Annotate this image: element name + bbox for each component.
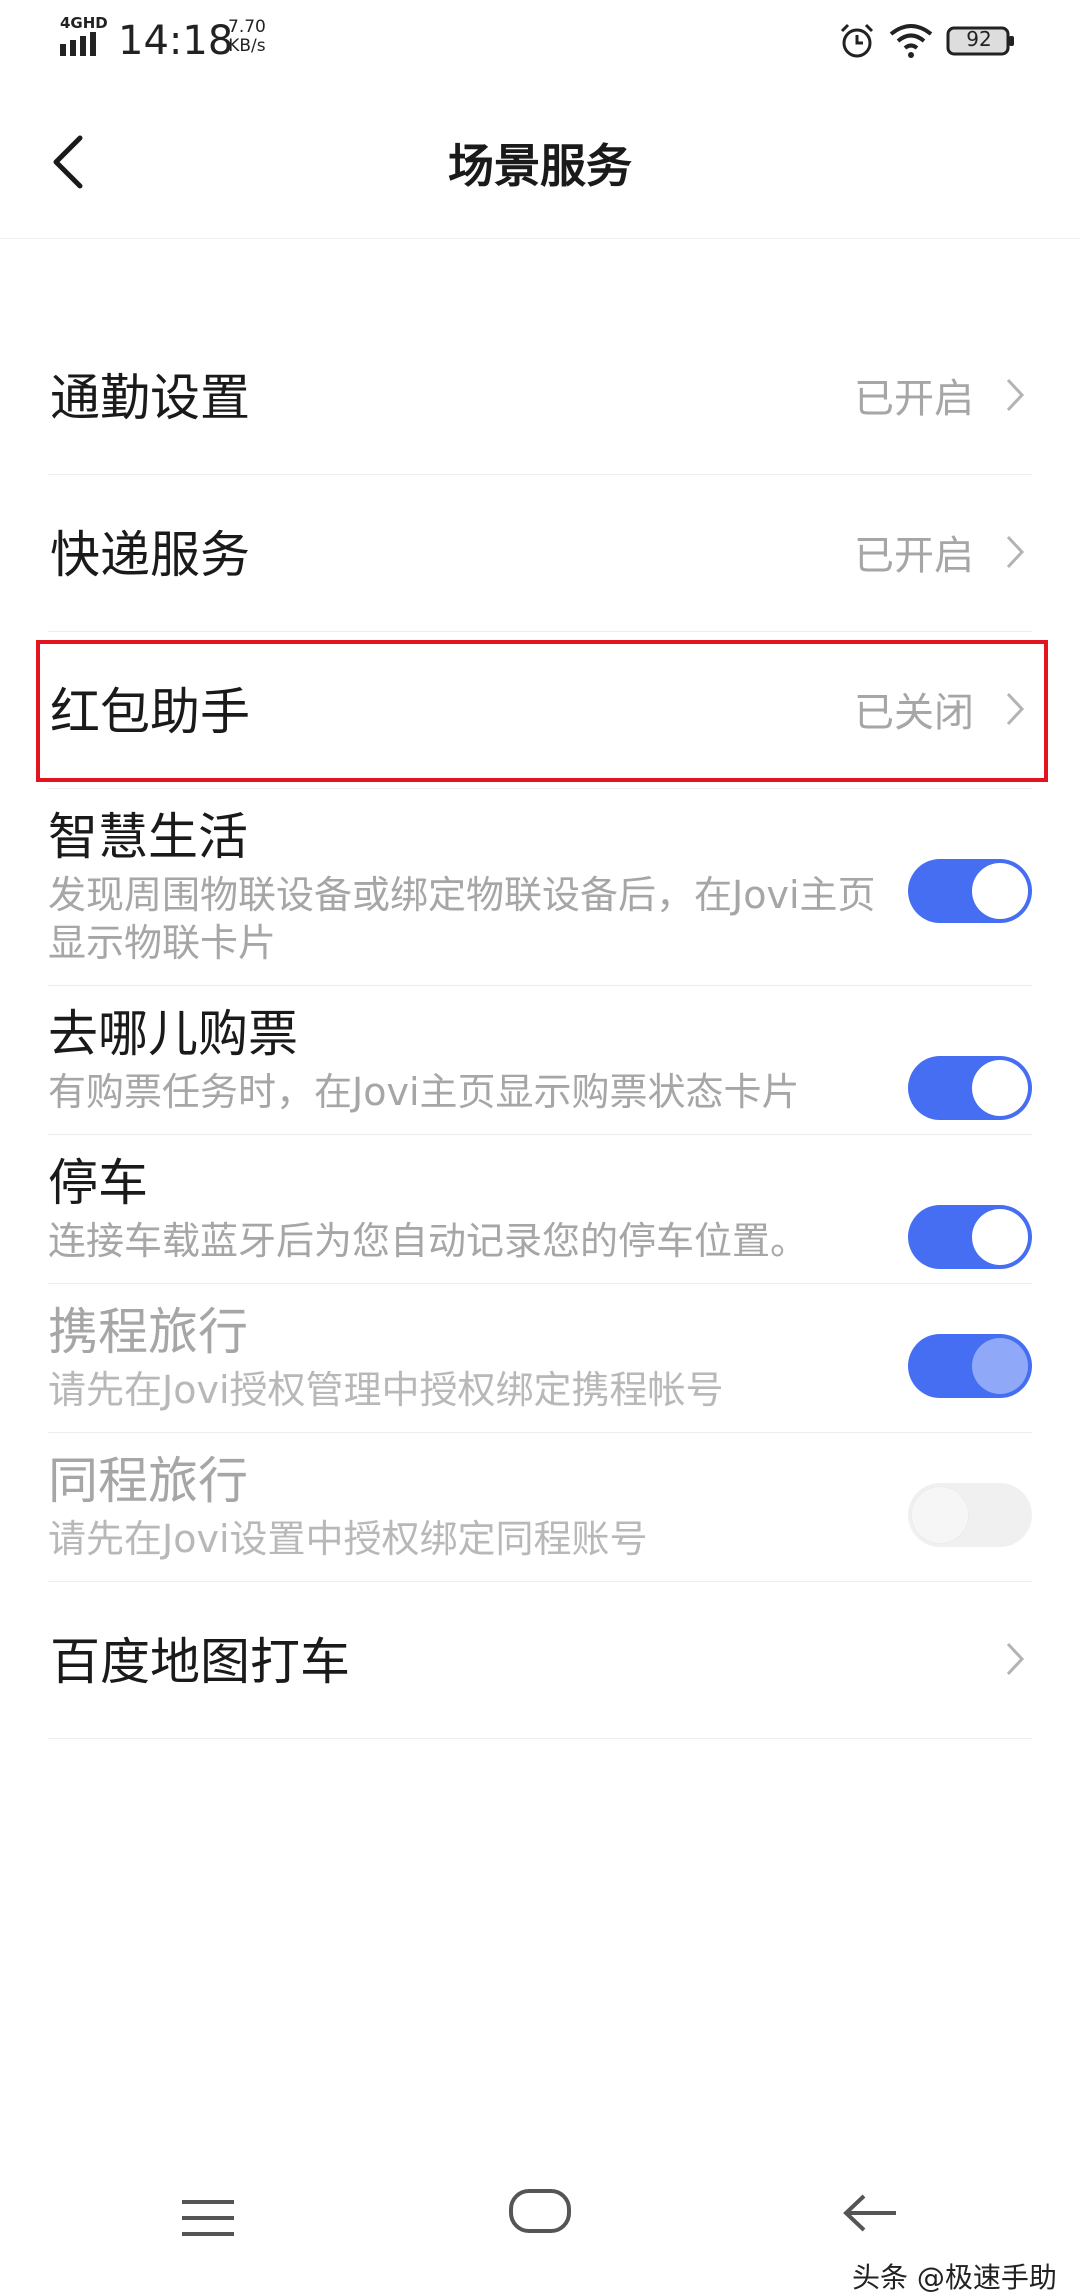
- chevron-right-icon: [1006, 692, 1025, 726]
- header: 场景服务: [0, 84, 1080, 239]
- row-description: 有购票任务时，在Jovi主页显示购票状态卡片: [48, 1070, 800, 1114]
- chevron-right-icon: [1006, 535, 1025, 569]
- qunar-tickets-toggle[interactable]: [908, 1056, 1032, 1120]
- row-title: 快递服务: [50, 526, 250, 584]
- menu-icon[interactable]: [180, 2196, 236, 2240]
- home-icon[interactable]: [508, 2188, 572, 2234]
- row-status: 已开启: [854, 533, 974, 579]
- toggle-knob: [912, 1487, 968, 1543]
- wifi-icon: [889, 24, 933, 58]
- toggle-knob: [972, 1338, 1028, 1394]
- row-description: 请先在Jovi设置中授权绑定同程账号: [48, 1517, 648, 1561]
- row-smart-life: 智慧生活 发现周围物联设备或绑定物联设备后，在Jovi主页显示物联卡片: [48, 789, 1032, 986]
- row-title: 去哪儿购票: [48, 1005, 298, 1063]
- parking-toggle[interactable]: [908, 1205, 1032, 1269]
- row-parking: 停车 连接车载蓝牙后为您自动记录您的停车位置。: [48, 1135, 1032, 1284]
- row-title: 同程旅行: [48, 1452, 248, 1510]
- row-red-packet-assistant[interactable]: 红包助手 已关闭: [36, 632, 1048, 789]
- row-status: 已关闭: [854, 690, 974, 736]
- back-arrow-icon[interactable]: [842, 2190, 898, 2236]
- row-title: 携程旅行: [48, 1303, 248, 1361]
- row-title: 百度地图打车: [50, 1633, 350, 1691]
- toggle-knob: [972, 863, 1028, 919]
- row-ctrip-travel: 携程旅行 请先在Jovi授权管理中授权绑定携程帐号: [48, 1284, 1032, 1433]
- row-title: 停车: [48, 1154, 148, 1212]
- row-description: 发现周围物联设备或绑定物联设备后，在Jovi主页显示物联卡片: [48, 873, 876, 965]
- row-title: 智慧生活: [48, 808, 248, 866]
- row-description: 连接车载蓝牙后为您自动记录您的停车位置。: [48, 1219, 809, 1263]
- toggle-knob: [972, 1060, 1028, 1116]
- net-speed-unit: KB/s: [228, 36, 266, 56]
- tongcheng-travel-toggle[interactable]: [908, 1483, 1032, 1547]
- chevron-right-icon: [1006, 378, 1025, 412]
- ctrip-travel-toggle[interactable]: [908, 1334, 1032, 1398]
- row-title: 红包助手: [50, 683, 250, 741]
- row-baidu-map-taxi[interactable]: 百度地图打车: [48, 1582, 1032, 1739]
- battery-level: 92: [966, 27, 992, 51]
- row-tongcheng-travel: 同程旅行 请先在Jovi设置中授权绑定同程账号: [48, 1433, 1032, 1582]
- clock-time: 14:18: [118, 18, 234, 64]
- row-description: 请先在Jovi授权管理中授权绑定携程帐号: [48, 1368, 724, 1412]
- net-speed-value: 7.70: [228, 17, 266, 37]
- toggle-knob: [972, 1209, 1028, 1265]
- smart-life-toggle[interactable]: [908, 859, 1032, 923]
- alarm-icon: [840, 23, 874, 58]
- watermark-text: 头条 @极速手助: [852, 2261, 1057, 2294]
- signal-icon: [60, 32, 96, 56]
- status-bar: 4GHD 14:18 7.70 KB/s 92: [0, 0, 1080, 84]
- row-title: 通勤设置: [50, 369, 250, 427]
- row-status: 已开启: [854, 376, 974, 422]
- page-title: 场景服务: [448, 139, 632, 193]
- row-commute-settings[interactable]: 通勤设置 已开启: [48, 318, 1032, 475]
- row-express-service[interactable]: 快递服务 已开启: [48, 475, 1032, 632]
- net-speed: 7.70 KB/s: [228, 18, 266, 56]
- row-qunar-tickets: 去哪儿购票 有购票任务时，在Jovi主页显示购票状态卡片: [48, 986, 1032, 1135]
- settings-list: 通勤设置 已开启 快递服务 已开启 红包助手 已关闭 智慧生活 发现周围物联设备…: [36, 318, 1048, 1739]
- chevron-right-icon: [1006, 1642, 1025, 1676]
